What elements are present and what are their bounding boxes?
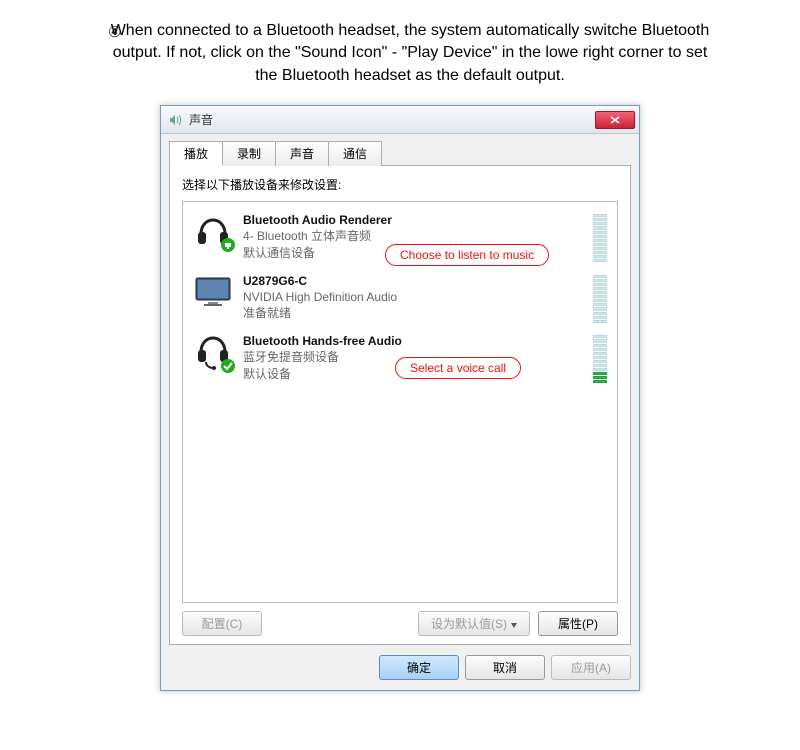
tab-recording[interactable]: 录制 <box>222 141 276 166</box>
tab-communications[interactable]: 通信 <box>328 141 382 166</box>
speaker-icon <box>167 112 183 128</box>
chevron-down-icon <box>511 623 517 628</box>
panel-instruction: 选择以下播放设备来修改设置: <box>182 176 618 193</box>
tab-sounds[interactable]: 声音 <box>275 141 329 166</box>
headset-icon <box>193 333 233 371</box>
device-list[interactable]: Bluetooth Audio Renderer 4- Bluetooth 立体… <box>182 201 618 603</box>
monitor-icon <box>193 273 233 311</box>
instruction-body: When connected to a Bluetooth headset, t… <box>111 22 710 84</box>
properties-button[interactable]: 属性(P) <box>538 611 618 636</box>
device-subtitle: NVIDIA High Definition Audio <box>243 289 397 305</box>
device-subtitle: 4- Bluetooth 立体声音频 <box>243 228 392 244</box>
device-text: Bluetooth Audio Renderer 4- Bluetooth 立体… <box>243 212 392 261</box>
sound-dialog: 声音 播放 录制 声音 通信 选择以下播放设备来修改设置: Bluetooth … <box>160 105 640 691</box>
callout-voice: Select a voice call <box>395 357 521 379</box>
device-item[interactable]: Bluetooth Hands-free Audio 蓝牙免提音频设备 默认设备… <box>185 327 615 388</box>
device-text: U2879G6-C NVIDIA High Definition Audio 准… <box>243 273 397 322</box>
step-number: ④ <box>108 22 121 43</box>
apply-button[interactable]: 应用(A) <box>551 655 631 680</box>
device-status: 默认设备 <box>243 366 402 382</box>
tab-playback[interactable]: 播放 <box>169 141 223 166</box>
close-button[interactable] <box>595 111 635 129</box>
device-item[interactable]: U2879G6-C NVIDIA High Definition Audio 准… <box>185 267 615 328</box>
device-subtitle: 蓝牙免提音频设备 <box>243 349 402 365</box>
set-default-button[interactable]: 设为默认值(S) <box>418 611 530 636</box>
device-name: U2879G6-C <box>243 273 397 289</box>
headphones-icon <box>193 212 233 250</box>
device-item[interactable]: Bluetooth Audio Renderer 4- Bluetooth 立体… <box>185 206 615 267</box>
level-meter <box>593 214 607 262</box>
tab-strip: 播放 录制 声音 通信 <box>161 134 639 165</box>
callout-music: Choose to listen to music <box>385 244 549 266</box>
device-status: 默认通信设备 <box>243 245 392 261</box>
panel-buttons: 配置(C) 设为默认值(S) 属性(P) <box>182 603 618 636</box>
dialog-title: 声音 <box>189 111 595 128</box>
ok-button[interactable]: 确定 <box>379 655 459 680</box>
device-name: Bluetooth Audio Renderer <box>243 212 392 228</box>
instruction-text: ④ When connected to a Bluetooth headset,… <box>0 0 800 97</box>
cancel-button[interactable]: 取消 <box>465 655 545 680</box>
set-default-label: 设为默认值(S) <box>431 617 507 631</box>
device-status: 准备就绪 <box>243 305 397 321</box>
playback-panel: 选择以下播放设备来修改设置: Bluetooth Audio Renderer … <box>169 165 631 645</box>
device-name: Bluetooth Hands-free Audio <box>243 333 402 349</box>
level-meter <box>593 335 607 383</box>
titlebar[interactable]: 声音 <box>161 106 639 134</box>
configure-button[interactable]: 配置(C) <box>182 611 262 636</box>
level-meter <box>593 275 607 323</box>
device-text: Bluetooth Hands-free Audio 蓝牙免提音频设备 默认设备 <box>243 333 402 382</box>
dialog-button-row: 确定 取消 应用(A) <box>161 645 639 690</box>
